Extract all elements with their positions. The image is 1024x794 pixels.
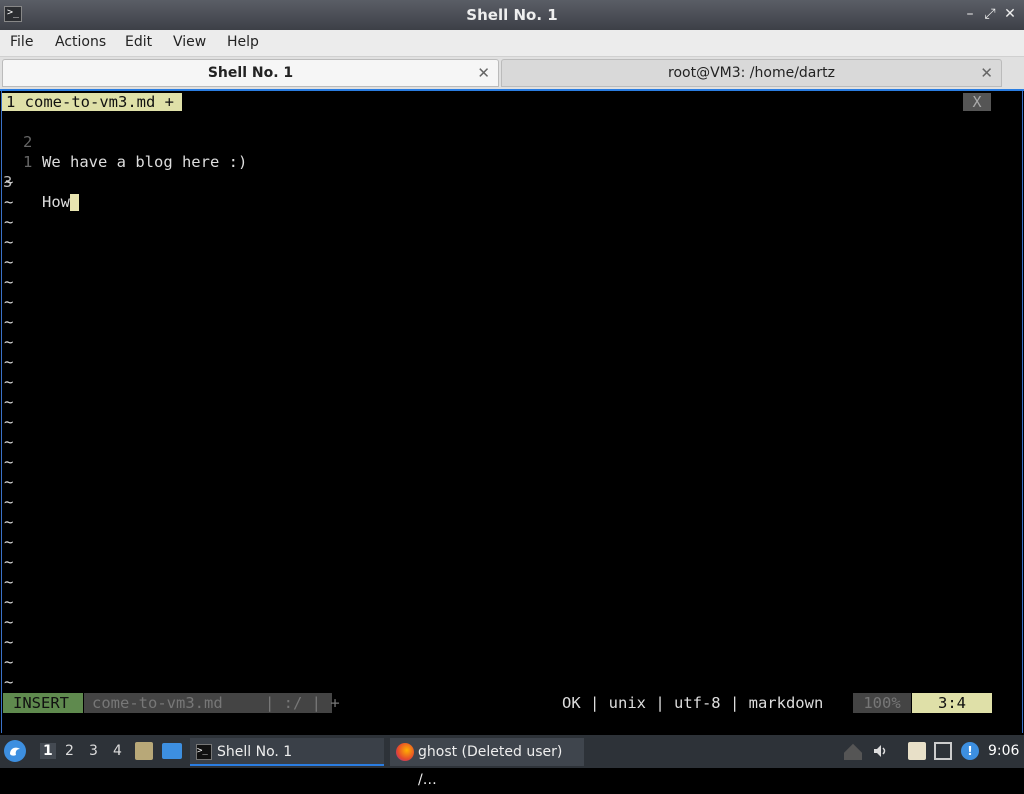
workspace-1[interactable]: 1 [40, 743, 56, 759]
close-buffer-button[interactable]: X [963, 93, 991, 111]
task-label: ghost (Deleted user) /… [418, 744, 563, 788]
tab-label: root@VM3: /home/dartz [668, 65, 835, 81]
maximize-button[interactable]: ⤢ [982, 6, 998, 22]
clipboard-icon[interactable] [908, 742, 926, 760]
status-line: INSERT come-to-vm3.md | :/ | + OK | unix… [2, 693, 1022, 713]
empty-line-marker: ~ [4, 353, 14, 371]
text-cursor [70, 194, 79, 211]
clock[interactable]: 9:06 [988, 743, 1019, 759]
menu-view[interactable]: View [173, 34, 206, 50]
file-manager-icon[interactable] [135, 742, 153, 760]
close-tab-icon[interactable]: ✕ [980, 60, 993, 86]
show-desktop-icon[interactable] [162, 743, 182, 759]
empty-line-marker: ~ [4, 453, 14, 471]
empty-line-marker: ~ [4, 593, 14, 611]
empty-line-marker: ~ [4, 433, 14, 451]
network-icon[interactable] [934, 742, 952, 760]
empty-line-marker: ~ [4, 533, 14, 551]
notification-icon[interactable]: ! [961, 742, 979, 760]
empty-line-marker: ~ [4, 393, 14, 411]
volume-icon[interactable] [872, 742, 890, 760]
workspace-3[interactable]: 3 [89, 743, 98, 759]
empty-line-marker: ~ [4, 193, 14, 211]
window-title: Shell No. 1 [466, 6, 558, 24]
menu-file[interactable]: File [10, 34, 33, 50]
empty-line-marker: ~ [4, 233, 14, 251]
terminal-icon: >_ [196, 744, 212, 760]
close-tab-icon[interactable]: ✕ [477, 60, 490, 86]
file-flags: | :/ | + [265, 694, 340, 712]
empty-line-marker: ~ [4, 653, 14, 671]
menu-bar: File Actions Edit View Help [0, 30, 1024, 57]
mode-indicator: INSERT [3, 693, 83, 713]
empty-line-marker: ~ [4, 413, 14, 431]
workspace-4[interactable]: 4 [113, 743, 122, 759]
close-window-button[interactable]: ✕ [1002, 6, 1018, 22]
scroll-percent: 100% [853, 693, 911, 713]
empty-line-marker: ~ [4, 673, 14, 691]
editor-line: 1 [2, 132, 1022, 171]
firefox-icon [396, 743, 414, 761]
empty-line-marker: ~ [4, 273, 14, 291]
start-menu-icon[interactable] [4, 740, 26, 762]
cursor-position: 3:4 [912, 693, 992, 713]
empty-line-marker: ~ [4, 473, 14, 491]
workspace-2[interactable]: 2 [65, 743, 74, 759]
empty-line-marker: ~ [4, 213, 14, 231]
line-text: How [42, 192, 79, 212]
taskbar: 1 2 3 4 >_ Shell No. 1 ghost (Deleted us… [0, 735, 1024, 788]
empty-line-marker: ~ [4, 173, 14, 191]
menu-help[interactable]: Help [227, 34, 259, 50]
line-text-content: How [42, 193, 70, 211]
menu-edit[interactable]: Edit [125, 34, 152, 50]
empty-line-marker: ~ [4, 373, 14, 391]
eject-icon[interactable] [844, 743, 862, 760]
editor-line-current: 3 How [2, 152, 1022, 211]
editor-line: 2 We have a blog here :) [2, 112, 1022, 171]
buffer-tab[interactable]: 1 come-to-vm3.md + [2, 93, 182, 111]
empty-line-marker: ~ [4, 573, 14, 591]
empty-line-marker: ~ [4, 553, 14, 571]
file-format-info: OK | unix | utf-8 | markdown [562, 694, 824, 712]
tab-shell-1[interactable]: Shell No. 1 ✕ [2, 59, 499, 87]
empty-line-marker: ~ [4, 513, 14, 531]
window-titlebar[interactable]: >_ Shell No. 1 – ⤢ ✕ [0, 0, 1024, 30]
task-firefox[interactable]: ghost (Deleted user) /… [390, 738, 584, 788]
minimize-button[interactable]: – [962, 6, 978, 22]
task-label: Shell No. 1 [217, 744, 293, 760]
empty-line-marker: ~ [4, 293, 14, 311]
terminal-area[interactable]: 1 come-to-vm3.md + X 2 We have a blog he… [1, 91, 1023, 733]
empty-line-marker: ~ [4, 633, 14, 651]
empty-line-marker: ~ [4, 313, 14, 331]
empty-line-marker: ~ [4, 493, 14, 511]
empty-line-marker: ~ [4, 613, 14, 631]
tab-label: Shell No. 1 [207, 65, 294, 81]
task-shell-1[interactable]: >_ Shell No. 1 [190, 738, 384, 766]
empty-line-marker: ~ [4, 253, 14, 271]
tab-bar: Shell No. 1 ✕ root@VM3: /home/dartz ✕ [0, 57, 1024, 89]
menu-actions[interactable]: Actions [55, 34, 106, 50]
tab-root-vm3[interactable]: root@VM3: /home/dartz ✕ [501, 59, 1002, 87]
empty-line-marker: ~ [4, 333, 14, 351]
